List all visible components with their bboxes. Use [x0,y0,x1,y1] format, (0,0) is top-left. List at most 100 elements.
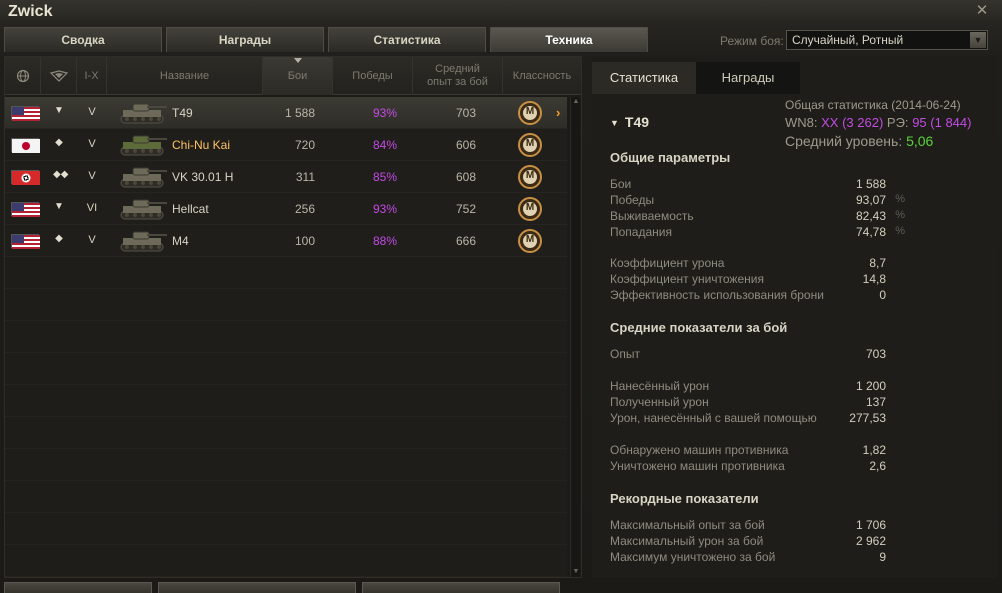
vehicle-avg-xp: 608 [455,170,476,184]
stat-label: Обнаружено машин противника [610,443,789,457]
stat-value: 93,07 [855,193,886,207]
stat-value: 74,78 [855,225,886,239]
chevron-down-icon[interactable]: ▼ [970,32,986,48]
tank-title[interactable]: ▼ T49 [610,114,649,130]
avg-xp-header[interactable]: Средний опыт за бой [413,57,503,95]
profile-window: Zwick ✕ Сводка Награды Статистика Техник… [0,0,1002,593]
wn8-rating: WN8: XX (3 262) РЭ: 95 (1 844) [785,115,971,130]
stat-row: Выживаемость 82,43% [610,209,910,225]
battles-header[interactable]: Бои [263,57,333,95]
close-icon[interactable]: ✕ [974,3,990,19]
stat-row: Коэффициент урона 8,7 [610,256,910,272]
selected-arrow-icon: › [556,105,561,120]
mastery-badge-label: M [525,138,535,149]
table-body: ▼ V T49 1 588 93% 703 M › ◆ V Chi-Nu Kai 720 84% 606 M… [5,97,567,577]
vehicle-wins: 84% [372,138,397,152]
vehicle-row[interactable]: ◆ V Chi-Nu Kai 720 84% 606 M [5,129,567,161]
avg-tier: Средний уровень: 5,06 [785,133,933,149]
empty-row [5,321,567,353]
table-header: I-X Название Бои Победы Средний опыт за … [5,57,581,95]
vehicle-name: Chi-Nu Kai [172,138,231,152]
stat-label: Нанесённый урон [610,379,710,393]
vehicle-type-icon: ▼ [54,201,64,212]
stat-value: 8,7 [869,256,886,270]
mastery-badge-label: M [525,106,535,117]
section-records: Рекордные показатели [610,491,759,506]
vehicle-tier: V [88,234,96,246]
stat-label: Выживаемость [610,209,694,223]
vehicle-row[interactable]: ◆ V M4 100 88% 666 M [5,225,567,257]
tab-statistics[interactable]: Статистика [328,27,486,52]
stat-value: 82,43 [855,209,886,223]
mastery-badge-icon: M [517,196,543,222]
stat-row: Бои 1 588 [610,177,910,193]
stat-row: Уничтожено машин противника 2,6 [610,459,910,475]
stat-row: Обнаружено машин противника 1,82 [610,443,910,459]
flag-usa-icon [11,202,40,217]
flag-usa-icon [11,106,40,121]
vehicle-tier: V [88,170,96,182]
vehicle-battles: 100 [294,234,315,248]
stats-panel: Статистика Награды Общая статистика (201… [592,56,998,578]
scroll-up-icon[interactable]: ▲ [571,97,581,107]
vehicles-table: I-X Название Бои Победы Средний опыт за … [4,56,582,578]
vehicle-type-icon: ▼ [54,105,64,116]
bottom-button-3[interactable] [362,582,560,593]
avg-tier-value: 5,06 [906,133,934,149]
wins-header[interactable]: Победы [333,57,413,95]
tab-tank-statistics[interactable]: Статистика [592,62,696,94]
vehicle-name: M4 [172,234,189,248]
vehicle-battles: 311 [295,170,315,184]
stat-row: Победы 93,07% [610,193,910,209]
collapse-triangle-icon[interactable]: ▼ [610,118,619,128]
globe-icon[interactable] [5,57,41,95]
vehicle-type-icon[interactable] [41,57,77,95]
stat-value: 1 588 [855,177,886,191]
stat-row: Полученный урон 137 [610,395,910,411]
vehicle-avg-xp: 606 [455,138,476,152]
empty-row [5,449,567,481]
vehicle-row[interactable]: ▼ VI Hellcat 256 93% 752 M [5,193,567,225]
vehicle-battles: 1 588 [284,106,315,120]
scrollbar[interactable]: ▲ ▼ [570,97,580,577]
window-title: Zwick [8,3,53,20]
tank-icon [117,227,169,255]
title-bar: Zwick ✕ [0,0,1002,24]
stat-row: Эффективность использования брони 0 [610,288,910,304]
stat-row: Нанесённый урон 1 200 [610,379,910,395]
re-value: 95 [912,115,927,130]
stat-value: 1,82 [862,443,886,457]
stat-row: Максимум уничтожено за бой 9 [610,550,910,566]
tab-tank-awards[interactable]: Награды [696,62,800,94]
tab-summary[interactable]: Сводка [4,27,162,52]
stat-row: Максимальный опыт за бой 1 706 [610,518,910,534]
vehicle-battles: 720 [294,138,315,152]
name-header[interactable]: Название [107,57,263,95]
mastery-badge-icon: M [517,228,543,254]
stat-row: Максимальный урон за бой 2 962 [610,534,910,550]
sort-desc-icon [293,58,302,63]
bottom-button-1[interactable] [4,582,152,593]
mastery-badge-label: M [525,234,535,245]
bottom-button-2[interactable] [158,582,356,593]
vehicle-row[interactable]: ◆◆ V VK 30.01 H 311 85% 608 M [5,161,567,193]
vehicle-wins: 93% [372,106,397,120]
stat-label: Опыт [610,347,640,361]
section-avg-per-battle: Средние показатели за бой [610,320,788,335]
stat-value: 1 200 [855,379,886,393]
stat-label: Попадания [610,225,672,239]
battle-mode-select[interactable]: Случайный, Ротный ▼ [786,30,988,50]
empty-row [5,513,567,545]
vehicle-row[interactable]: ▼ V T49 1 588 93% 703 M › [5,97,567,129]
mastery-header[interactable]: Классность [503,57,581,95]
tier-header[interactable]: I-X [77,57,107,95]
scroll-down-icon[interactable]: ▼ [571,567,581,577]
empty-row [5,481,567,513]
stat-value: 9 [879,550,886,564]
stat-label: Максимум уничтожено за бой [610,550,776,564]
vehicle-wins: 93% [372,202,397,216]
tab-awards[interactable]: Награды [166,27,324,52]
stat-label: Коэффициент уничтожения [610,272,764,286]
tab-vehicles[interactable]: Техника [490,27,648,52]
battle-mode-value: Случайный, Ротный [792,33,904,47]
